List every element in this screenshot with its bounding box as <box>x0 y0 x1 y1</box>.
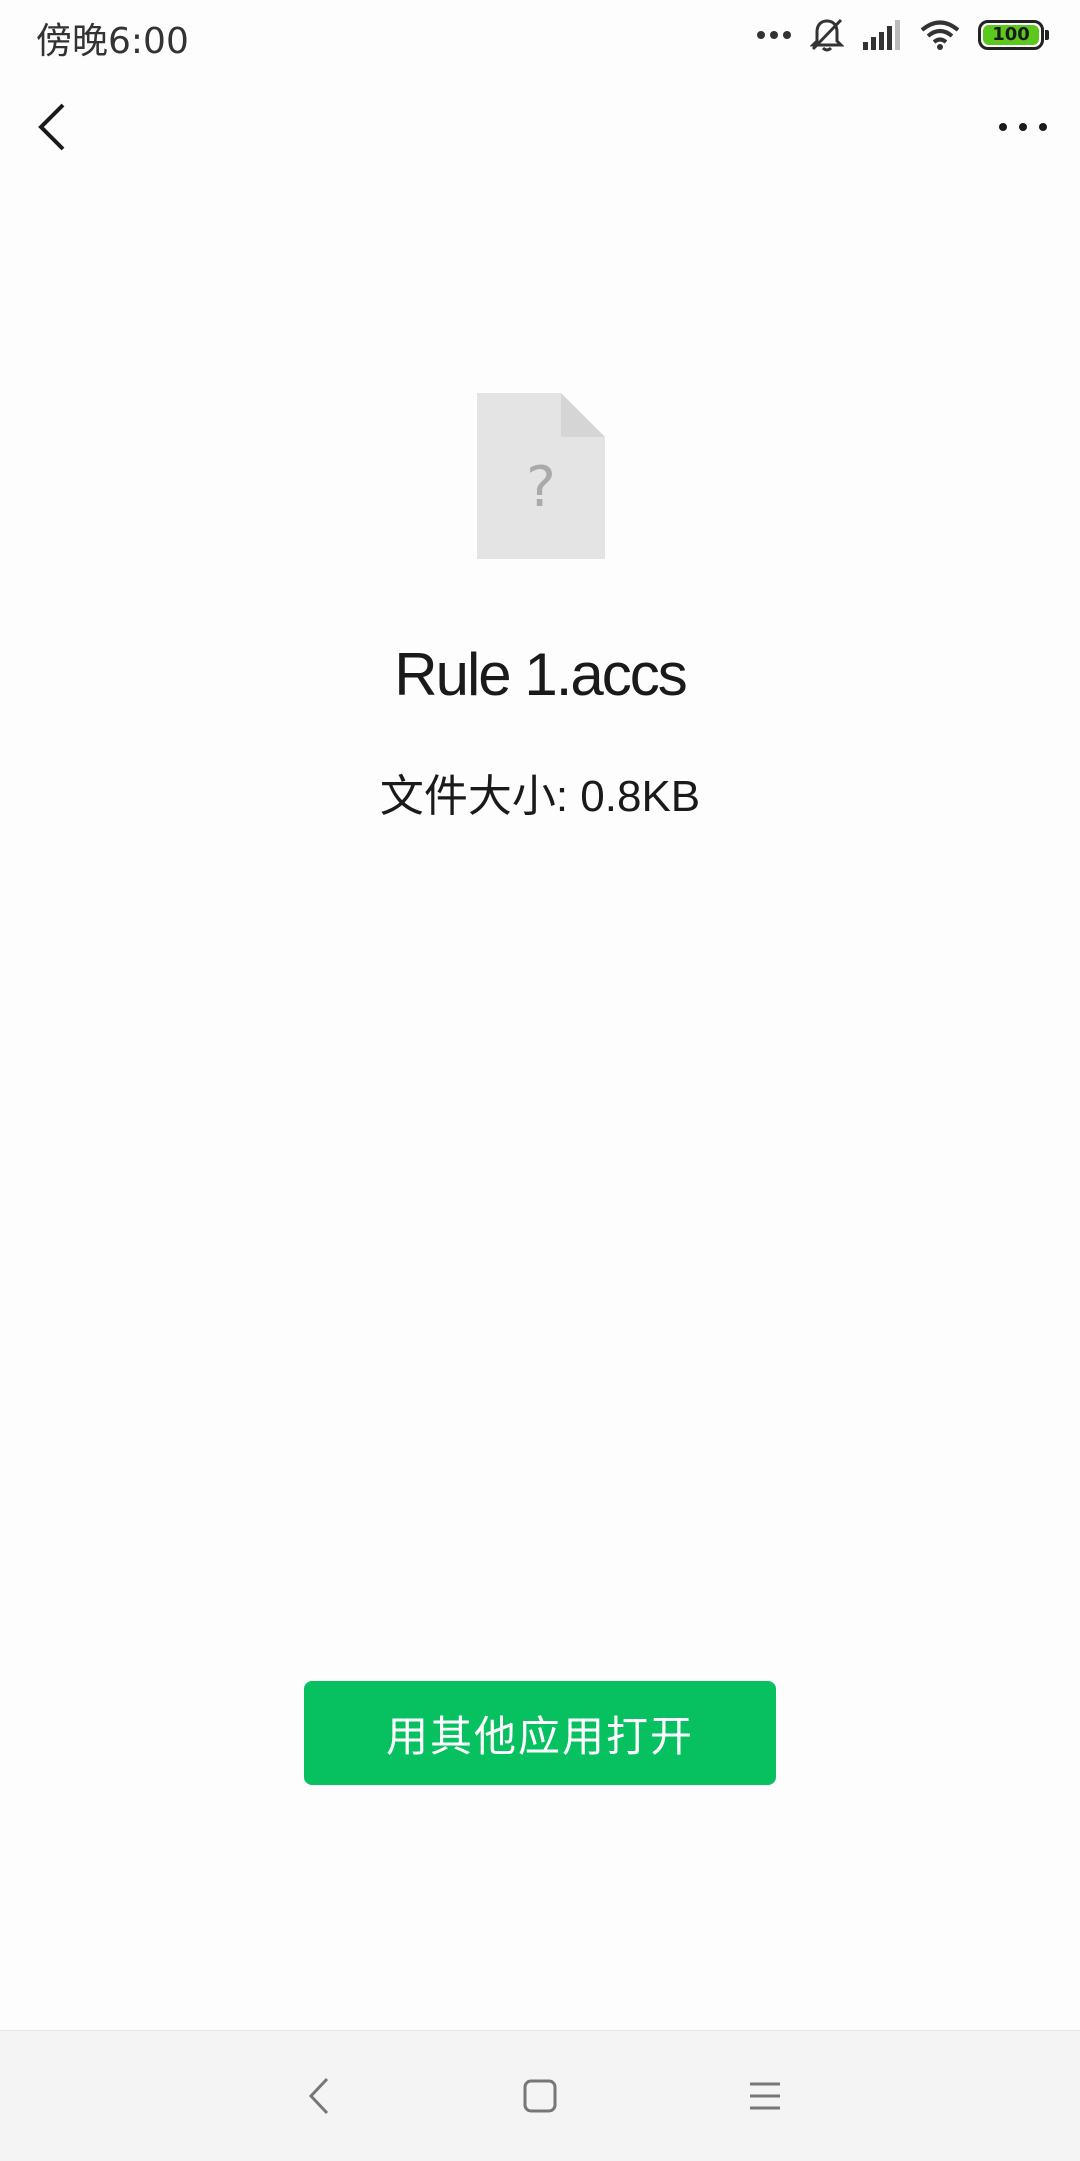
signal-icon <box>862 20 902 50</box>
more-dots-icon <box>756 30 792 40</box>
nav-back-button[interactable] <box>279 2061 359 2131</box>
unknown-file-icon: ? <box>477 393 605 559</box>
nav-menu-icon <box>750 2082 780 2110</box>
status-icons: 100 <box>756 16 1049 54</box>
chevron-left-icon <box>38 103 65 151</box>
more-horizontal-icon <box>999 123 1047 131</box>
status-bar: 傍晚6:00 100 <box>0 0 1080 70</box>
file-name: Rule 1.accs <box>394 641 687 708</box>
battery-level: 100 <box>983 25 1039 45</box>
file-size: 文件大小: 0.8KB <box>379 772 701 821</box>
system-nav-bar <box>0 2030 1080 2161</box>
nav-menu-button[interactable] <box>725 2061 805 2131</box>
open-with-other-app-button[interactable]: 用其他应用打开 <box>304 1681 776 1785</box>
silent-bell-icon <box>810 17 844 53</box>
unknown-file-glyph: ? <box>526 455 556 520</box>
top-bar <box>0 70 1080 188</box>
wifi-icon <box>920 20 960 50</box>
nav-back-icon <box>308 2077 329 2115</box>
back-button[interactable] <box>22 92 82 162</box>
more-options-button[interactable] <box>988 92 1058 162</box>
nav-home-button[interactable] <box>500 2061 580 2131</box>
battery-icon: 100 <box>978 20 1049 50</box>
nav-home-icon <box>523 2079 557 2113</box>
status-time: 傍晚6:00 <box>36 21 189 62</box>
